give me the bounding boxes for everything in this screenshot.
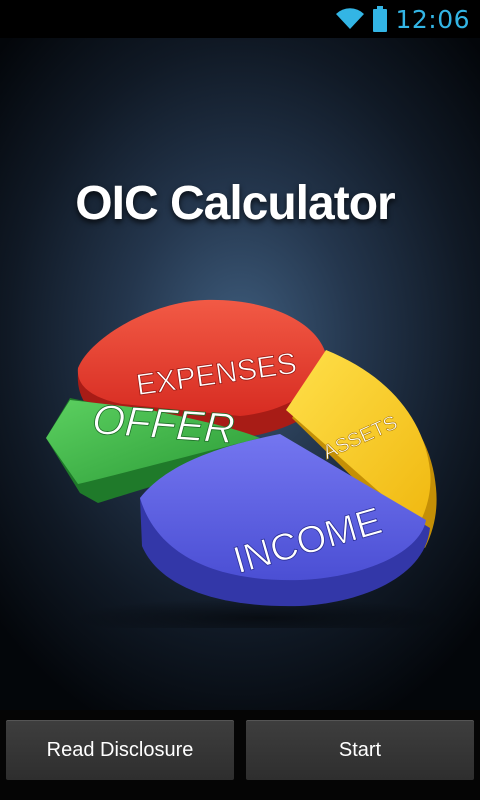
app-title: OIC Calculator (75, 177, 395, 230)
status-bar: 12:06 (0, 0, 480, 38)
status-clock: 12:06 (395, 4, 470, 34)
read-disclosure-button[interactable]: Read Disclosure (6, 720, 234, 780)
status-icons: 12:06 (335, 0, 470, 38)
bottom-button-bar: Read Disclosure Start (0, 710, 480, 800)
offer-label: OFFER (91, 395, 236, 452)
splash-screen: OIC Calculator EXPENSES OFFER ASSETS INC… (0, 38, 480, 710)
pie-chart-illustration: EXPENSES OFFER ASSETS INCOME (46, 299, 450, 628)
wifi-icon (336, 8, 365, 30)
battery-icon (373, 6, 388, 32)
start-button[interactable]: Start (246, 720, 474, 780)
